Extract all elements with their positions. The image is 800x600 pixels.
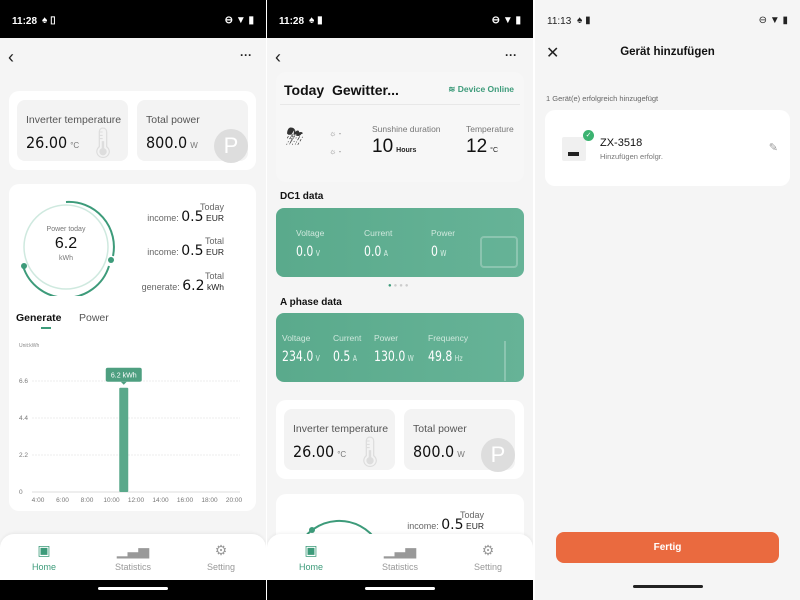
status-bar: 11:13 ♠ ▮ ⊖ ▼ ▮ [535,0,800,38]
tab-power[interactable]: Power [79,312,109,324]
nav-setting[interactable]: ⚙ Setting [181,542,261,572]
gesture-bar [0,580,266,600]
done-button[interactable]: Fertig [556,532,779,563]
edit-icon[interactable]: ✎ [769,141,778,154]
tooltip-pointer [120,381,127,385]
power-p-icon: P [214,129,248,163]
a-phase-data-card: Voltage 234.0 V Current 0.5 A Power 130.0 W Fr… [276,313,524,382]
gesture-bar [633,585,703,588]
page-dots[interactable]: ●●●● [388,283,411,289]
x-tick-label: 8:00 [81,497,94,504]
today-income: Today income: 0.5 EUR [147,202,224,225]
tooltip-label: 6.2 kWh [111,373,137,380]
y-tick-label: 6.6 [19,378,28,385]
wifi-icon: ≋ [448,84,456,94]
home-icon: ▣ [304,542,318,558]
sunset-icon: ☼ [329,147,337,156]
bottom-nav: ▣ Home ▁▃▅ Statistics ⚙ Setting [0,534,266,580]
generation-bar-chart: Unit:kWh 0 2.2 4.4 6.6 4:00 6:00 8:00 10:00 12:00… [19,343,243,504]
status-icons: ⊖ ▼ ▮ [491,15,521,26]
thermometer-icon: 🌡 [83,127,122,160]
bar [119,387,129,492]
power-pole-icon [504,341,506,381]
gesture-bar [267,580,533,600]
thermometer-icon: 🌡 [350,436,389,469]
status-card: Inverter temperature 26.00 °C 🌡 Total pow… [276,400,524,479]
status-icons: ⊖ ▼ ▮ [224,15,254,26]
x-tick-label: 14:00 [152,497,169,504]
gear-icon: ⚙ [481,542,495,558]
y-tick-label: 2.2 [19,452,28,459]
phone-device-screen: 11:28 ♠ ▮ ⊖ ▼ ▮ ‹ ··· Today Gewitter... ≋ … [267,0,533,600]
nav-home[interactable]: ▣ Home [271,542,351,572]
solar-panel-icon [480,236,518,268]
y-tick-label: 0 [19,489,23,496]
x-tick-label: 16:00 [177,497,194,504]
x-tick-label: 18:00 [201,497,218,504]
status-bar: 11:28 ♠ ▯ ⊖ ▼ ▮ [0,0,266,38]
nav-statistics[interactable]: ▁▃▅ Statistics [360,542,440,572]
phone-home-screen: 11:28 ♠ ▯ ⊖ ▼ ▮ ‹ ··· Inverter temperature… [0,0,266,600]
gear-icon: ⚙ [214,542,228,558]
inverter-device-icon [562,137,586,161]
y-tick-label: 4.4 [19,415,28,422]
x-tick-label: 10:00 [103,497,120,504]
weather-card: Today Gewitter... ≋ Device Online ⛈ ☼ - ☼… [276,72,524,182]
more-button[interactable]: ··· [240,48,252,62]
device-item[interactable]: ✓ ZX-3518 Hinzufügen erfolgr. ✎ [545,110,790,186]
total-income: Total income: 0.5 EUR [147,236,224,259]
bar-chart-icon: ▁▃▅ [383,542,417,558]
notification-icon: ♠ ▯ [42,15,56,26]
phone-add-device-screen: 11:13 ♠ ▮ ⊖ ▼ ▮ ✕ Gerät hinzufügen 1 Gerät… [535,0,800,600]
status-icons: ⊖ ▼ ▮ [758,15,788,26]
total-generate: Total generate: 6.2 kWh [141,271,224,294]
back-button[interactable]: ‹ [8,47,14,68]
thunderstorm-icon: ⛈ [286,124,304,149]
more-button[interactable]: ··· [505,48,517,62]
back-button[interactable]: ‹ [275,47,281,68]
x-tick-label: 20:00 [226,497,243,504]
x-tick-label: 4:00 [32,497,45,504]
bottom-nav: ▣ Home ▁▃▅ Statistics ⚙ Setting [267,534,533,580]
bar-chart-icon: ▁▃▅ [116,542,150,558]
dc1-data-card[interactable]: Voltage 0.0 V Current 0.0 A Power 0 W [276,208,524,277]
inverter-temp-tile: Inverter temperature 26.00 °C 🌡 [17,100,128,161]
status-bar: 11:28 ♠ ▮ ⊖ ▼ ▮ [267,0,533,38]
nav-home[interactable]: ▣ Home [4,542,84,572]
notification-icon: ♠ ▮ [577,15,591,26]
total-power-tile: Total power 800.0 W P [137,100,248,163]
tab-generate[interactable]: Generate [16,312,62,324]
x-tick-label: 12:00 [128,497,145,504]
success-check-icon: ✓ [583,130,594,141]
power-p-icon: P [481,438,515,472]
x-tick-label: 6:00 [56,497,69,504]
nav-setting[interactable]: ⚙ Setting [448,542,528,572]
y-axis-unit-label: Unit:kWh [19,343,40,349]
tab-indicator [41,327,51,329]
page-title: Gerät hinzufügen [620,46,715,58]
device-online-status: ≋ Device Online [448,84,514,94]
status-card: Inverter temperature 26.00 °C 🌡 Total pow… [9,91,256,170]
notification-icon: ♠ ▮ [309,15,323,26]
home-icon: ▣ [37,542,51,558]
nav-statistics[interactable]: ▁▃▅ Statistics [93,542,173,572]
sunrise-icon: ☼ [329,129,337,138]
